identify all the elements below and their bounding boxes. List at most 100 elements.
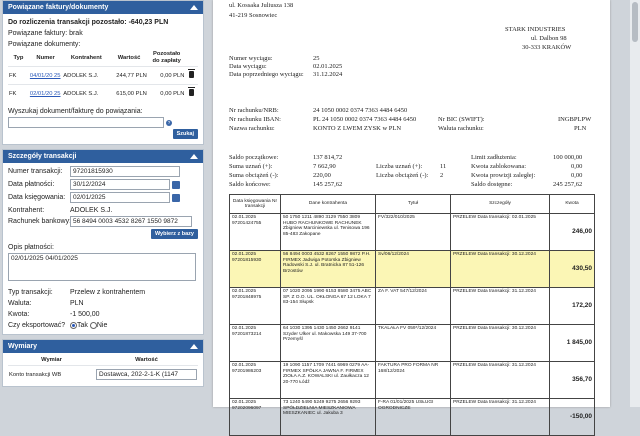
tx-amount: -150,00 xyxy=(549,398,595,436)
doc-contractor: ADOLEK S.J. xyxy=(62,84,111,102)
doc-value: 615,00 PLN xyxy=(110,84,148,102)
vertical-scrollbar[interactable] xyxy=(630,0,640,407)
doc-label: Nazwa rachunku: xyxy=(229,125,275,132)
field-label: Rachunek bankowy: xyxy=(8,218,72,226)
panel-title: Szczegóły transakcji xyxy=(8,153,77,160)
doc-number-link[interactable]: 04/01/20 25 xyxy=(30,73,61,79)
bank-account-input[interactable]: 56 8494 0003 4532 8267 1550 9872 xyxy=(70,216,192,227)
collapse-icon[interactable] xyxy=(190,5,198,10)
doc-label: Numer wyciągu: xyxy=(229,55,273,62)
sender-street: ul. Kossaka Juliusza 138 xyxy=(229,2,294,9)
doc-type: FK xyxy=(8,84,29,102)
linked-invoices-label: Powiązane faktury: brak xyxy=(8,30,83,37)
linked-documents-table: Typ Numer Kontrahent Wartość Pozostało d… xyxy=(8,50,198,102)
linked-documents-panel-header[interactable]: Powiązane faktury/dokumenty xyxy=(3,1,203,14)
table-row: 02.01.2025 97201424755 50 1750 1211 4890… xyxy=(229,213,595,251)
doc-label: Kwota prowizji zaległej: xyxy=(471,172,536,179)
blocked-amount: 0,00 xyxy=(571,163,583,170)
booking-date-input[interactable]: 02/01/2025 xyxy=(70,192,170,203)
doc-label: Nr rachunku IBAN: xyxy=(229,116,281,123)
export-no-radio[interactable] xyxy=(89,321,97,329)
tx-contractor: 19 1090 1157 1709 7441 6969 0279 AA-FIRM… xyxy=(280,361,376,399)
field-label: Czy eksportować? xyxy=(8,322,66,329)
tx-title: Sv/06/12/2024 xyxy=(375,250,451,288)
transaction-number-input[interactable]: 97201815930 xyxy=(70,166,180,177)
doc-label: Nr BIC (SWIFT): xyxy=(438,116,485,123)
tx-date: 02.01.2025 97201848975 xyxy=(229,287,281,325)
bank-statement-preview: ul. Kossaka Juliusza 138 41-219 Sosnowie… xyxy=(213,0,610,436)
doc-number-link[interactable]: 02/01/20 25 xyxy=(30,91,61,97)
currency-value: PLN xyxy=(70,300,84,307)
search-document-input[interactable] xyxy=(8,117,164,128)
doc-label: Nr rachunku/NRB: xyxy=(229,107,279,114)
column-header: Szczegóły xyxy=(450,194,550,214)
tx-title: FAKTURA PRO FORMA NR 168/12/2024 xyxy=(375,361,451,399)
tx-date: 02.01.2025 97202096097 xyxy=(229,398,281,436)
column-header: Tytuł xyxy=(375,194,451,214)
transactions-table: Data księgowania Nr transakcji Dane kont… xyxy=(229,194,595,436)
radio-label: Tak xyxy=(77,322,88,329)
table-row: FK 02/01/20 25 ADOLEK S.J. 615,00 PLN 0,… xyxy=(8,84,198,102)
nrb-value: 24 1050 0002 0374 7363 4484 6450 xyxy=(313,107,408,114)
tx-details: PRZELEW Data transakcji: 02.01.2025 xyxy=(450,213,550,251)
field-label: Kwota: xyxy=(8,311,30,318)
tx-details: PRZELEW Data transakcji: 30.12.2024 xyxy=(450,250,550,288)
doc-label: Suma obciążeń (-): xyxy=(229,172,279,179)
column-header: Typ xyxy=(13,54,24,61)
calendar-icon[interactable] xyxy=(172,193,180,202)
account-name: KONTO Z LWEM ZYSK w PLN xyxy=(313,125,402,132)
tx-details: PRZELEW Data transakcji: 31.12.2024 xyxy=(450,398,550,436)
payment-date-input[interactable]: 30/12/2024 xyxy=(70,179,170,190)
doc-label: Saldo dostępne: xyxy=(471,181,513,188)
tx-contractor: 50 1750 1211 4890 3129 7550 3809 HUBO RA… xyxy=(280,213,376,251)
collapse-icon[interactable] xyxy=(190,344,198,349)
doc-remaining: 0,00 PLN xyxy=(147,66,186,85)
tx-details: PRZELEW Data transakcji: 31.12.2024 xyxy=(450,287,550,325)
dimensions-panel-header[interactable]: Wymiary xyxy=(3,340,203,353)
scrollbar-thumb[interactable] xyxy=(632,2,638,42)
tx-title: TKALAŁA FV 059*/12/2024 xyxy=(375,324,451,362)
trash-icon[interactable] xyxy=(188,87,196,96)
tx-amount: 172,20 xyxy=(549,287,595,325)
radio-label: Nie xyxy=(96,322,108,329)
doc-remaining: 0,00 PLN xyxy=(147,84,186,102)
dimensions-panel: Wymiary Wymiar Wartość Konto transakcji … xyxy=(2,339,204,387)
column-header: Data księgowania Nr transakcji xyxy=(229,194,281,214)
table-row: 02.01.2025 97202096097 73 1240 5490 5249… xyxy=(229,398,595,436)
doc-type: FK xyxy=(8,66,29,85)
statement-date: 02.01.2025 xyxy=(313,63,343,70)
tx-contractor: 07 1020 2095 1990 6153 8580 3475 ABC SP.… xyxy=(280,287,376,325)
tx-amount: 246,00 xyxy=(549,213,595,251)
collapse-icon[interactable] xyxy=(190,154,198,159)
field-label: Kontrahent: xyxy=(8,207,45,214)
search-button[interactable]: Szukaj xyxy=(172,129,198,139)
transaction-details-panel-header[interactable]: Szczegóły transakcji xyxy=(3,150,203,163)
dimension-value-select[interactable]: Dostawca, 202-2-1-K (1147 xyxy=(96,369,197,380)
export-yes-radio[interactable] xyxy=(70,321,77,329)
table-row: 02.01.2025 97201986203 19 1090 1157 1709… xyxy=(229,361,595,399)
trash-icon[interactable] xyxy=(188,69,196,78)
doc-label: Kwota zablokowana: xyxy=(471,163,527,170)
amount-value: -1 500,00 xyxy=(70,311,100,318)
choose-from-database-button[interactable]: Wybierz z bazy xyxy=(150,229,198,239)
doc-value: 244,77 PLN xyxy=(110,66,148,85)
sender-city: 41-219 Sosnowiec xyxy=(229,12,278,19)
payment-description-textarea[interactable]: 02/01/2025 04/01/2025 xyxy=(8,253,196,281)
closing-balance: 145 257,62 xyxy=(313,181,343,188)
calendar-icon[interactable] xyxy=(172,180,180,189)
doc-contractor: ADOLEK S.J. xyxy=(62,66,111,85)
panel-title: Powiązane faktury/dokumenty xyxy=(8,4,109,11)
available-balance: 245 257,62 xyxy=(553,181,583,188)
tx-contractor: 73 1240 5490 5249 9275 2656 9293 SPÓŁDZI… xyxy=(280,398,376,436)
column-header: Numer xyxy=(36,54,55,61)
table-row-highlighted: 02.01.2025 97201815930 56 8494 0003 4532… xyxy=(229,250,595,288)
bic-value: INGBPLPW xyxy=(558,116,592,123)
iban-value: PL 24 1050 0002 0374 7363 4484 6450 xyxy=(313,116,417,123)
left-sidebar: Powiązane faktury/dokumenty Do rozliczen… xyxy=(2,0,204,407)
recipient-street: ul. Dalbon 98 xyxy=(531,35,567,42)
table-row: Konto transakcji WB Dostawca, 202-2-1-K … xyxy=(8,365,198,383)
tx-amount: 356,70 xyxy=(549,361,595,399)
debits-total: 220,00 xyxy=(313,172,331,179)
tx-contractor: 64 1030 1395 1430 1450 2662 9141 Szyder … xyxy=(280,324,376,362)
help-icon[interactable]: ? xyxy=(166,119,172,126)
